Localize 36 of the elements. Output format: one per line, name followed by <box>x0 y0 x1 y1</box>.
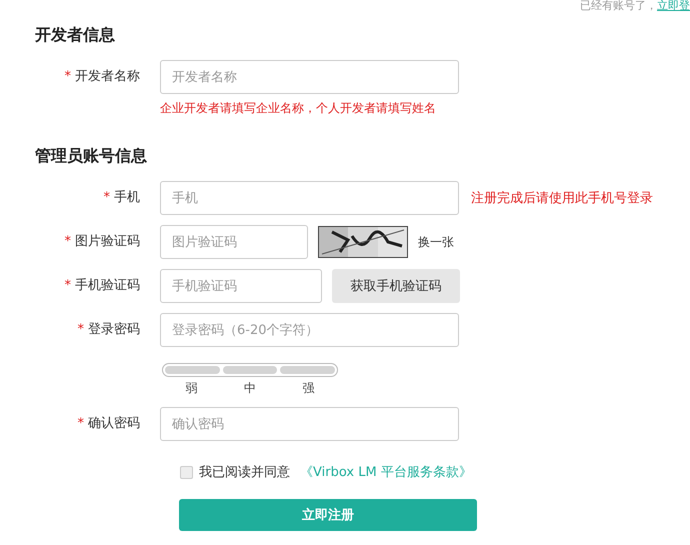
field-note: 注册完成后请使用此手机号登录 <box>471 190 653 207</box>
required-mark: * <box>64 69 71 84</box>
section-title: 管理员账号信息 <box>34 145 148 167</box>
register-button[interactable]: 立即注册 <box>179 499 477 531</box>
agreement-text: 我已阅读并同意 <box>199 464 290 481</box>
required-mark: * <box>104 190 110 205</box>
section-title: 开发者信息 <box>34 24 116 46</box>
field-label: 确认密码 <box>88 416 140 431</box>
field-hint: 企业开发者请填写企业名称，个人开发者请填写姓名 <box>160 100 437 117</box>
strength-label: 强 <box>302 380 315 397</box>
get-code-button[interactable]: 获取手机验证码 <box>332 269 460 303</box>
input-field[interactable]: 登录密码（6-20个字符） <box>160 313 459 347</box>
field-label: 手机验证码 <box>75 278 140 293</box>
checkbox[interactable] <box>180 466 193 478</box>
field-label: 开发者名称 <box>75 69 140 84</box>
login-prompt: 已经有账号了， <box>580 0 657 12</box>
field-label: 图片验证码 <box>75 234 140 249</box>
input-field[interactable]: 开发者名称 <box>160 60 459 94</box>
input-field[interactable]: 手机 <box>160 181 459 215</box>
required-mark: * <box>64 278 71 293</box>
strength-label: 弱 <box>185 380 198 397</box>
refresh-link[interactable]: 换一张 <box>418 234 454 250</box>
input-field[interactable]: 手机验证码 <box>160 269 322 303</box>
required-mark: * <box>64 234 71 249</box>
strength-segment <box>165 366 220 374</box>
required-mark: * <box>78 322 84 337</box>
input-field[interactable]: 图片验证码 <box>160 225 308 259</box>
login-link[interactable]: 立即登 <box>657 0 690 12</box>
input-field[interactable]: 确认密码 <box>160 407 459 441</box>
terms-link[interactable]: 《Virbox LM 平台服务条款》 <box>300 463 472 481</box>
field-label: 登录密码 <box>88 322 140 337</box>
strength-segment <box>222 366 278 374</box>
strength-segment <box>280 366 336 374</box>
strength-label: 中 <box>244 380 256 397</box>
field-label: 手机 <box>114 190 140 205</box>
required-mark: * <box>78 416 84 431</box>
